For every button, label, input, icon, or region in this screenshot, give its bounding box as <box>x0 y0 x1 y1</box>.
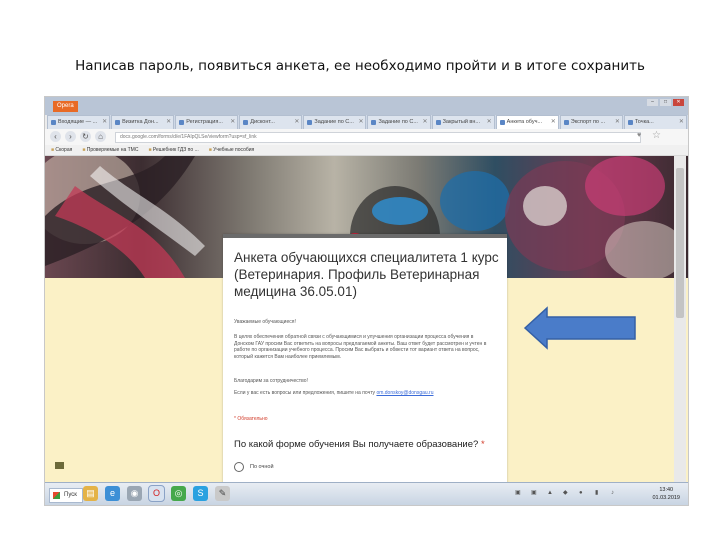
option-label: По очной <box>250 464 274 470</box>
tray-icon[interactable]: ● <box>579 489 587 497</box>
windows-taskbar: Пуск ▤ e ◉ O ◎ S ✎ ▣ ▣ ▲ ◆ ● ▮ ♪ 13:40 0… <box>45 482 688 505</box>
tray-icon[interactable]: ◆ <box>563 489 571 497</box>
close-tab-icon[interactable]: ✕ <box>551 116 556 129</box>
taskbar-apps: ▤ e ◉ O ◎ S ✎ <box>83 485 230 502</box>
close-tab-icon[interactable]: ✕ <box>487 116 492 129</box>
bookmark-item[interactable]: Скорая <box>51 145 72 155</box>
opera-menu-button[interactable]: Opera <box>53 101 78 112</box>
tab-label: Задание по С... <box>378 119 418 125</box>
forward-arrow-icon[interactable]: › <box>65 131 76 142</box>
tab-label: Входящие — ... <box>58 119 98 125</box>
tab-label: Точка... <box>634 119 654 125</box>
slide-title: Написав пароль, появиться анкета, ее нео… <box>75 58 645 74</box>
form-description: В целях обеспечения обратной связи с обу… <box>234 334 487 360</box>
bookmarks-bar: Скорая Проверяемые на ТМС Решебник ГДЗ п… <box>45 145 688 156</box>
bookmark-item[interactable]: Решебник ГДЗ по ... <box>148 145 199 155</box>
tab-3[interactable]: Регистрация... ✕ <box>175 115 239 129</box>
tab-active-form[interactable]: Анкета обуч... ✕ <box>495 115 559 129</box>
question-title: По какой форме обучения Вы получаете обр… <box>234 439 485 450</box>
bookmark-item[interactable]: Проверяемые на ТМС <box>82 145 139 155</box>
media-player-icon[interactable]: ◉ <box>127 486 142 501</box>
url-input[interactable]: docs.google.com/forms/d/e/1FAIpQLSe/view… <box>115 132 641 143</box>
tab-label: Закрытый вн... <box>442 119 480 125</box>
radio-button[interactable] <box>234 462 244 472</box>
form-title: Анкета обучающихся специалитета 1 курс (… <box>234 250 499 299</box>
close-tab-icon[interactable]: ✕ <box>679 116 684 129</box>
home-icon[interactable]: ⌂ <box>95 131 106 142</box>
tab-5[interactable]: Задание по С... ✕ <box>303 115 367 129</box>
tab-2[interactable]: Визитка Дон... ✕ <box>111 115 175 129</box>
tray-icon[interactable]: ▮ <box>595 489 603 497</box>
chat-app-icon[interactable]: ◎ <box>171 486 186 501</box>
tab-label: Регистрация... <box>186 119 223 125</box>
tray-icon[interactable]: ▲ <box>547 489 555 497</box>
clock[interactable]: 13:40 01.03.2019 <box>652 486 680 502</box>
form-card-accent <box>223 234 507 238</box>
required-mark: * <box>480 439 485 450</box>
tab-label: Анкета обуч... <box>506 119 543 125</box>
internet-explorer-icon[interactable]: e <box>105 486 120 501</box>
scrollbar-thumb[interactable] <box>676 168 684 318</box>
close-tab-icon[interactable]: ✕ <box>615 116 620 129</box>
question-text: По какой форме обучения Вы получаете обр… <box>234 439 479 450</box>
opera-icon[interactable]: O <box>148 485 165 502</box>
required-note: * Обязательно <box>234 416 268 422</box>
tray-icon[interactable]: ♪ <box>611 489 619 497</box>
clock-date: 01.03.2019 <box>652 495 680 501</box>
clock-time: 13:40 <box>659 487 674 493</box>
tab-bar: Входящие — ... ✕ Визитка Дон... ✕ Регистра… <box>47 115 688 129</box>
bookmark-item[interactable]: Учебные пособия <box>209 145 254 155</box>
close-tab-icon[interactable]: ✕ <box>102 116 107 129</box>
form-thanks: Благодарим за сотрудничество! <box>234 378 308 384</box>
maximize-button[interactable]: □ <box>660 99 671 106</box>
comment-icon[interactable] <box>55 462 64 469</box>
form-greeting: Уважаемые обучающиеся! <box>234 319 296 325</box>
window-title-bar: Opera – □ ✕ <box>45 97 688 115</box>
tab-label: Задание по С... <box>314 119 354 125</box>
file-explorer-icon[interactable]: ▤ <box>83 486 98 501</box>
tab-label: Экспорт по ... <box>570 119 606 125</box>
skype-icon[interactable]: S <box>193 486 208 501</box>
form-contact: Если у вас есть вопросы или предложения,… <box>234 390 488 397</box>
tab-6[interactable]: Задание по С... ✕ <box>367 115 431 129</box>
left-arrow-annotation <box>523 306 636 350</box>
close-tab-icon[interactable]: ✕ <box>166 116 171 129</box>
contact-text: Если у вас есть вопросы или предложения,… <box>234 390 376 396</box>
window-controls: – □ ✕ <box>647 99 684 106</box>
tab-9[interactable]: Экспорт по ... ✕ <box>559 115 623 129</box>
web-page: Анкета обучающихся специалитета 1 курс (… <box>45 156 688 484</box>
contact-email-link[interactable]: om.donskoy@donsgau.ru <box>376 390 433 396</box>
tab-10[interactable]: Точка... ✕ <box>623 115 687 129</box>
close-tab-icon[interactable]: ✕ <box>423 116 428 129</box>
paint-icon[interactable]: ✎ <box>215 486 230 501</box>
system-tray: ▣ ▣ ▲ ◆ ● ▮ ♪ <box>515 489 619 497</box>
scrollbar[interactable] <box>674 156 686 482</box>
option-row[interactable]: По очной <box>234 462 274 472</box>
tray-icon[interactable]: ▣ <box>515 489 523 497</box>
heart-icon[interactable]: ♥ <box>637 132 641 139</box>
tray-icon[interactable]: ▣ <box>531 489 539 497</box>
address-bar: ‹ › ↻ ⌂ docs.google.com/forms/d/e/1FAIpQ… <box>45 129 688 146</box>
tab-label: Визитка Дон... <box>122 119 159 125</box>
start-button[interactable]: Пуск <box>49 488 83 503</box>
screenshot: Opera – □ ✕ Входящие — ... ✕ Визитка Дон.… <box>44 96 689 506</box>
tab-4[interactable]: Дисконт... ✕ <box>239 115 303 129</box>
reload-icon[interactable]: ↻ <box>80 131 91 142</box>
form-card: Анкета обучающихся специалитета 1 курс (… <box>223 234 507 484</box>
tab-label: Дисконт... <box>250 119 275 125</box>
close-tab-icon[interactable]: ✕ <box>294 116 299 129</box>
back-arrow-icon[interactable]: ‹ <box>50 131 61 142</box>
close-tab-icon[interactable]: ✕ <box>358 116 363 129</box>
bookmark-star-icon[interactable]: ☆ <box>652 130 661 141</box>
tab-7[interactable]: Закрытый вн... ✕ <box>431 115 495 129</box>
close-button[interactable]: ✕ <box>673 99 684 106</box>
minimize-button[interactable]: – <box>647 99 658 106</box>
close-tab-icon[interactable]: ✕ <box>230 116 235 129</box>
tab-1[interactable]: Входящие — ... ✕ <box>47 115 111 129</box>
